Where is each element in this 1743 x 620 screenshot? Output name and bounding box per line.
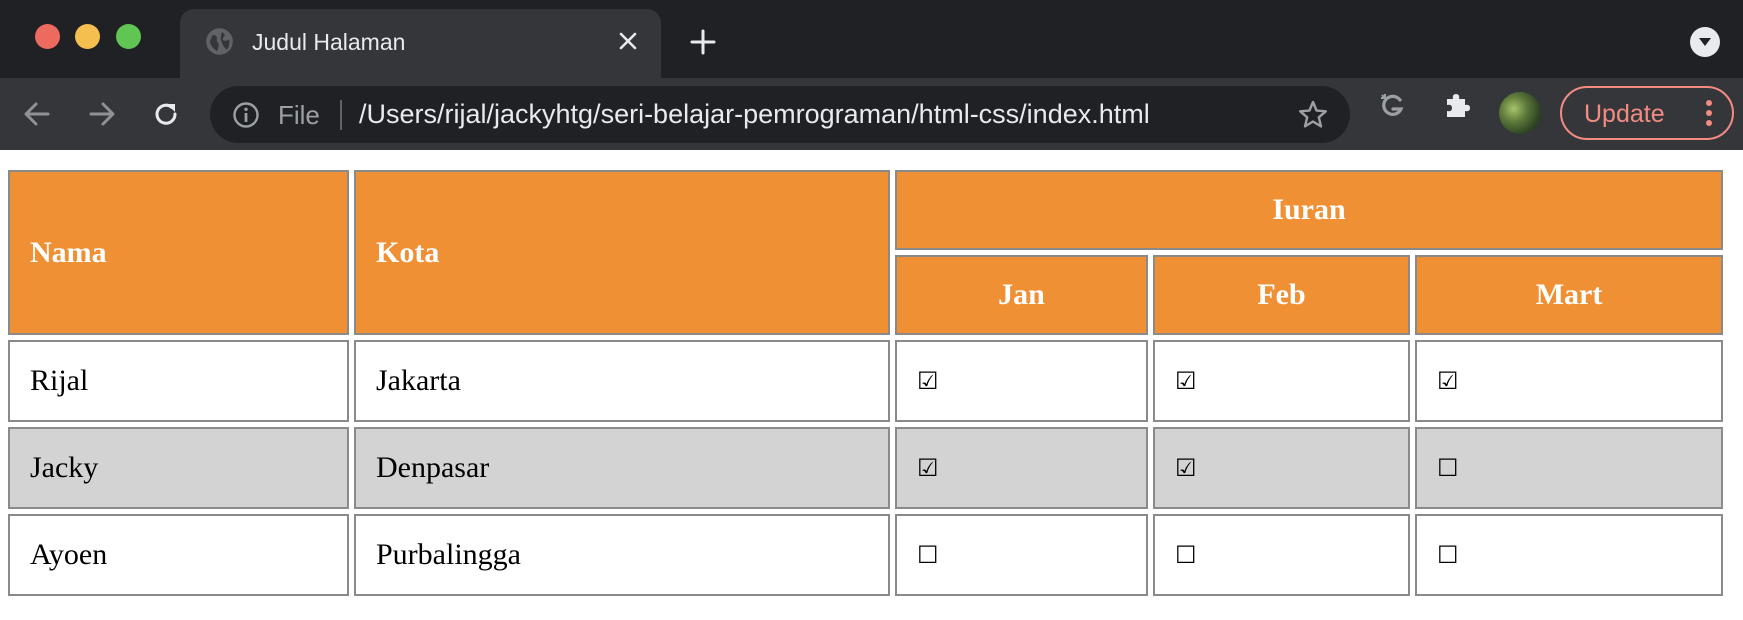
info-icon[interactable] <box>232 101 260 129</box>
tab-search-icon <box>1699 38 1711 46</box>
table-row: Rijal Jakarta ☑ ☑ ☑ <box>8 340 1723 422</box>
minimize-window-button[interactable] <box>75 24 100 49</box>
close-icon <box>619 32 637 50</box>
browser-tab[interactable]: Judul Halaman <box>180 9 661 78</box>
browser-toolbar: File /Users/rijal/jackyhtg/seri-belajar-… <box>0 78 1743 150</box>
url-scheme-label: File <box>278 100 320 130</box>
new-tab-button[interactable] <box>686 25 720 59</box>
grammarly-extension-button[interactable] <box>1373 86 1413 126</box>
cell-check-feb: ☑ <box>1153 427 1410 509</box>
tab-title: Judul Halaman <box>252 29 406 55</box>
header-month-feb: Feb <box>1153 255 1410 335</box>
address-bar[interactable]: File /Users/rijal/jackyhtg/seri-belajar-… <box>210 86 1350 143</box>
update-button[interactable]: Update <box>1560 86 1734 140</box>
reload-icon <box>155 103 177 125</box>
cell-check-feb: ☐ <box>1153 514 1410 596</box>
plus-icon <box>690 29 716 55</box>
table-row: Ayoen Purbalingga ☐ ☐ ☐ <box>8 514 1723 596</box>
header-kota: Kota <box>354 170 890 335</box>
reload-button[interactable] <box>147 95 185 133</box>
cell-check-feb: ☑ <box>1153 340 1410 422</box>
close-tab-button[interactable] <box>614 27 642 55</box>
cell-check-mart: ☑ <box>1415 340 1723 422</box>
cell-nama: Jacky <box>8 427 349 509</box>
back-button[interactable] <box>18 95 56 133</box>
cell-nama: Rijal <box>8 340 349 422</box>
cell-check-jan: ☑ <box>895 427 1148 509</box>
page-viewport: Nama Kota Iuran Jan Feb Mart Rijal Jakar… <box>0 150 1743 620</box>
cell-kota: Jakarta <box>354 340 890 422</box>
cell-check-mart: ☐ <box>1415 427 1723 509</box>
url-text[interactable]: /Users/rijal/jackyhtg/seri-belajar-pemro… <box>359 99 1150 130</box>
tab-strip: Judul Halaman <box>0 0 1743 78</box>
tab-search-button[interactable] <box>1690 27 1720 57</box>
maximize-window-button[interactable] <box>116 24 141 49</box>
header-month-jan: Jan <box>895 255 1148 335</box>
cell-kota: Purbalingga <box>354 514 890 596</box>
table-row: Jacky Denpasar ☑ ☑ ☐ <box>8 427 1723 509</box>
cell-check-jan: ☑ <box>895 340 1148 422</box>
header-iuran: Iuran <box>895 170 1723 250</box>
cell-check-mart: ☐ <box>1415 514 1723 596</box>
grammarly-extension-icon <box>1381 94 1404 116</box>
header-nama: Nama <box>8 170 349 335</box>
omnibox-separator <box>340 100 342 130</box>
update-label: Update <box>1584 100 1665 128</box>
iuran-table: Nama Kota Iuran Jan Feb Mart Rijal Jakar… <box>3 165 1728 601</box>
star-icon[interactable] <box>1296 98 1330 132</box>
cell-kota: Denpasar <box>354 427 890 509</box>
puzzle-extensions-icon <box>1447 94 1470 117</box>
forward-button[interactable] <box>83 95 121 133</box>
forward-arrow-icon <box>89 102 115 126</box>
extensions-button[interactable] <box>1438 86 1478 126</box>
cell-check-jan: ☐ <box>895 514 1148 596</box>
cell-nama: Ayoen <box>8 514 349 596</box>
globe-icon <box>206 28 233 55</box>
header-month-mart: Mart <box>1415 255 1723 335</box>
more-vert-icon[interactable] <box>1704 98 1714 128</box>
profile-avatar[interactable] <box>1499 92 1541 134</box>
back-arrow-icon <box>24 102 50 126</box>
close-window-button[interactable] <box>35 24 60 49</box>
